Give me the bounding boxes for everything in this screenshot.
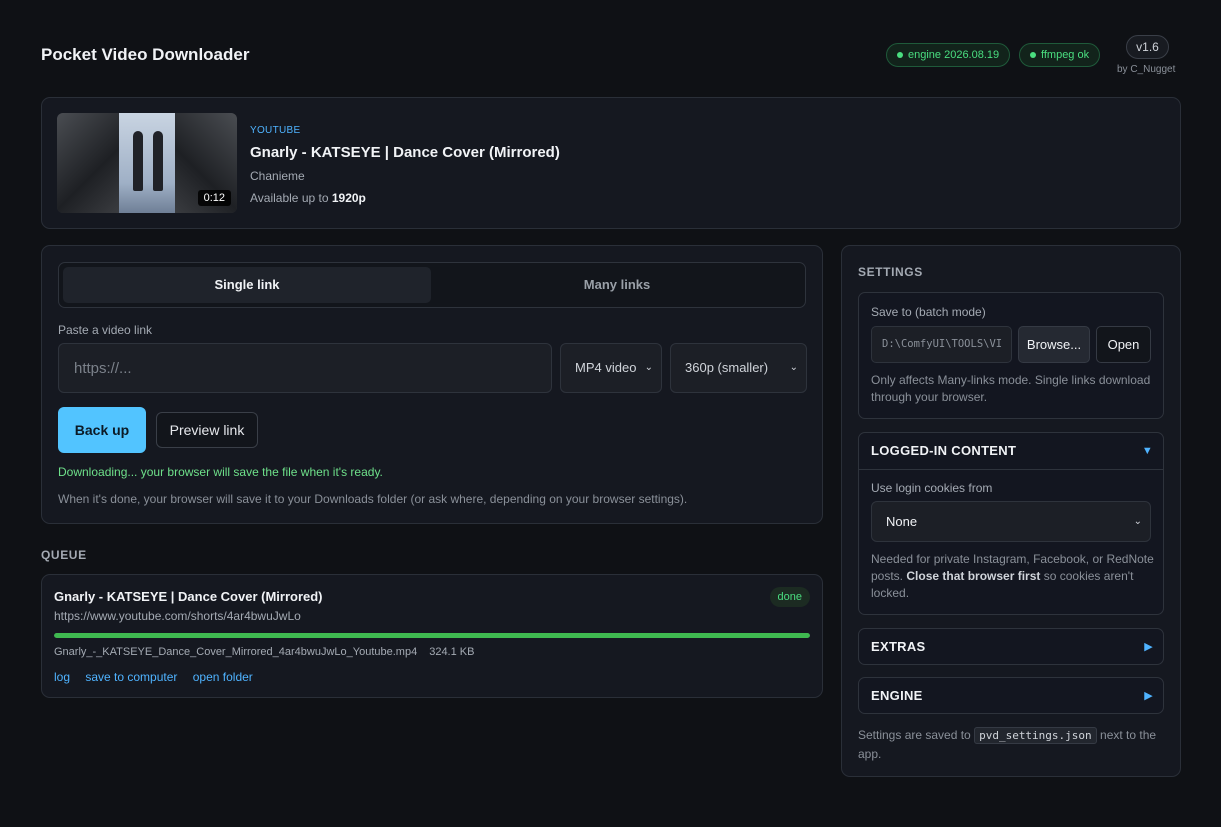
tab-many-links[interactable]: Many links	[433, 267, 801, 303]
chevron-down-icon: ⌄	[644, 362, 653, 373]
queue-heading: QUEUE	[41, 548, 87, 562]
progress-bar	[54, 633, 810, 638]
url-input[interactable]	[58, 343, 552, 393]
expanded-arrow-icon: ▼	[1141, 445, 1153, 457]
video-info-card: 0:12 YOUTUBE Gnarly - KATSEYE | Dance Co…	[41, 97, 1181, 229]
download-card: Single link Many links Paste a video lin…	[41, 245, 823, 524]
status-badge: done	[769, 587, 810, 607]
collapsed-arrow-icon: ▶	[1144, 641, 1153, 653]
save-to-computer-link[interactable]: save to computer	[85, 670, 177, 684]
max-quality: 1920p	[331, 191, 366, 205]
status-dot-icon	[1030, 52, 1036, 58]
queue-item-actions: log save to computer open folder	[54, 670, 265, 684]
browse-button[interactable]: Browse...	[1018, 326, 1090, 363]
tab-single-link[interactable]: Single link	[63, 267, 431, 303]
engine-status-text: engine 2026.08.19	[908, 49, 1000, 61]
engine-section[interactable]: ENGINE ▶	[858, 677, 1164, 714]
cookies-note: Needed for private Instagram, Facebook, …	[871, 552, 1154, 600]
app-title: Pocket Video Downloader	[41, 45, 250, 64]
video-availability: Available up to 1920p	[250, 191, 366, 205]
engine-toggle[interactable]: ENGINE ▶	[859, 678, 1163, 714]
extras-section[interactable]: EXTRAS ▶	[858, 628, 1164, 665]
cookies-select[interactable]: None ⌄	[871, 501, 1151, 542]
ffmpeg-status-pill: ffmpeg ok	[1019, 43, 1101, 67]
save-location-section: Save to (batch mode) D:\ComfyUI\TOOLS\VI…	[858, 292, 1164, 419]
preview-link-button[interactable]: Preview link	[156, 412, 258, 448]
mode-tabs: Single link Many links	[58, 262, 806, 308]
progress-bar-fill	[54, 633, 810, 638]
logged-in-section: LOGGED-IN CONTENT ▼ Use login cookies fr…	[858, 432, 1164, 615]
save-path-field[interactable]: D:\ComfyUI\TOOLS\VI	[871, 326, 1012, 363]
open-folder-button[interactable]: Open	[1096, 326, 1151, 363]
logged-in-toggle[interactable]: LOGGED-IN CONTENT ▼	[859, 433, 1163, 469]
version-badge: v1.6	[1126, 35, 1169, 59]
format-select-value: MP4 video	[575, 360, 637, 375]
log-link[interactable]: log	[54, 670, 70, 684]
ffmpeg-status-text: ffmpeg ok	[1041, 49, 1090, 61]
video-duration: 0:12	[197, 190, 231, 206]
quality-select[interactable]: 360p (smaller) ⌄	[670, 343, 807, 393]
status-dot-icon	[897, 52, 903, 58]
save-note: Only affects Many-links mode. Single lin…	[871, 373, 1151, 404]
video-title: Gnarly - KATSEYE | Dance Cover (Mirrored…	[250, 144, 560, 161]
queue-item-file: Gnarly_-_KATSEYE_Dance_Cover_Mirrored_4a…	[54, 646, 474, 658]
extras-heading: EXTRAS	[871, 639, 926, 654]
settings-filename: pvd_settings.json	[974, 727, 1097, 744]
queue-item-size: 324.1 KB	[429, 646, 475, 658]
format-select[interactable]: MP4 video ⌄	[560, 343, 662, 393]
video-channel: Chanieme	[250, 169, 305, 183]
settings-heading: SETTINGS	[858, 265, 923, 279]
cookies-label: Use login cookies from	[871, 481, 993, 495]
queue-item-url: https://www.youtube.com/shorts/4ar4bwuJw…	[54, 609, 301, 623]
open-folder-link[interactable]: open folder	[193, 670, 253, 684]
queue-item: Gnarly - KATSEYE | Dance Cover (Mirrored…	[41, 574, 823, 698]
settings-panel: SETTINGS Save to (batch mode) D:\ComfyUI…	[841, 245, 1181, 777]
extras-toggle[interactable]: EXTRAS ▶	[859, 629, 1163, 665]
collapsed-arrow-icon: ▶	[1144, 690, 1153, 702]
chevron-down-icon: ⌄	[789, 362, 798, 373]
video-thumbnail: 0:12	[57, 113, 237, 213]
download-status: Downloading... your browser will save th…	[58, 465, 383, 479]
logged-in-heading: LOGGED-IN CONTENT	[871, 443, 1017, 458]
queue-item-title: Gnarly - KATSEYE | Dance Cover (Mirrored…	[54, 589, 323, 604]
backup-button[interactable]: Back up	[58, 407, 146, 453]
save-to-label: Save to (batch mode)	[871, 305, 986, 319]
video-source: YOUTUBE	[250, 125, 301, 136]
link-label: Paste a video link	[58, 323, 153, 337]
engine-heading: ENGINE	[871, 688, 923, 703]
cookies-select-value: None	[886, 514, 918, 529]
engine-status-pill: engine 2026.08.19	[886, 43, 1011, 67]
chevron-down-icon: ⌄	[1133, 516, 1142, 527]
author-byline: by C_Nugget	[1117, 64, 1176, 75]
download-hint: When it's done, your browser will save i…	[58, 492, 688, 506]
settings-footer: Settings are saved to pvd_settings.json …	[858, 727, 1157, 761]
quality-select-value: 360p (smaller)	[685, 360, 769, 375]
queue-item-filename: Gnarly_-_KATSEYE_Dance_Cover_Mirrored_4a…	[54, 646, 418, 658]
